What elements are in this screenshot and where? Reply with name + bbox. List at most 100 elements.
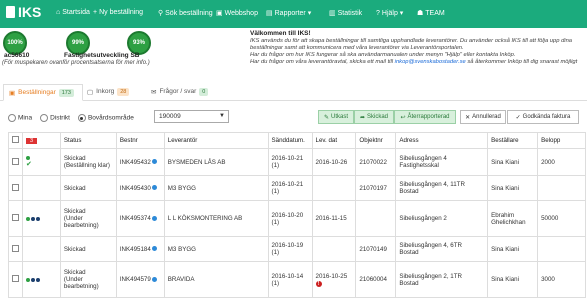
chevron-down-icon: ▼ — [219, 113, 225, 119]
status-cell: Skickad — [59, 175, 117, 201]
address-text: Sibeliusgången 2, 1TR — [399, 272, 462, 280]
nav-team[interactable]: ☗ TEAM — [417, 9, 445, 18]
table-row[interactable]: Skickad (Under bearbetning) INK495374 L L KÖ… — [8, 200, 586, 237]
progress-dot — [31, 216, 35, 221]
button-label: Utkast — [331, 114, 349, 120]
info-icon[interactable] — [151, 276, 157, 282]
progress-dot — [26, 156, 30, 160]
address-text: Bostad — [399, 188, 419, 195]
order-number-link[interactable]: INK495374 — [120, 215, 151, 222]
filter-godkanda-faktura-button[interactable]: ✓ Godkända faktura — [507, 110, 579, 124]
filter-skickad-button[interactable]: ➦ Skickad — [354, 110, 394, 124]
cancel-icon: ✕ — [465, 114, 471, 121]
status-text: bearbetning) — [63, 222, 99, 229]
nav-label: Hjälp ▾ — [381, 10, 404, 17]
tab-bestallningar[interactable]: ▣ Beställningar 173 — [3, 84, 83, 101]
send-date-text: 2016-10-21 — [271, 181, 304, 188]
nav-search[interactable]: ⚲ Sök beställning — [158, 9, 213, 18]
welcome-paragraph-2: Har du frågor om hur IKS fungerar så ska… — [250, 52, 516, 58]
table-row[interactable]: Skickad (Under bearbetning) INK494579 BRAVID… — [8, 261, 586, 298]
radio-bovardsomrade[interactable]: Bovårdsområde — [77, 114, 134, 122]
progress-dots — [26, 156, 57, 160]
row-checkbox[interactable] — [12, 275, 19, 282]
radio-distrikt[interactable]: Distrikt — [40, 114, 70, 122]
tab-fragor-svar[interactable]: ✉ Frågor / svar 0 — [146, 84, 213, 99]
status-text: Skickad — [63, 155, 86, 162]
info-icon[interactable] — [151, 246, 157, 252]
col-levdat[interactable]: Lev. dat — [311, 132, 357, 149]
radio-button-icon[interactable] — [8, 114, 16, 122]
tab-count-badge: 0 — [199, 87, 209, 96]
tab-count-badge: 173 — [58, 88, 74, 97]
order-number-link[interactable]: INK495430 — [120, 185, 151, 192]
table-row[interactable]: Skickad INK495430 M3 BYGG 2016-10-21 (1) 2107… — [8, 175, 586, 201]
row-progress-cell — [22, 175, 61, 201]
cart-icon: ▣ — [9, 89, 16, 97]
col-objektnr[interactable]: Objektnr — [355, 132, 397, 149]
orderer-name: Sina Kiani — [491, 158, 519, 166]
info-icon[interactable] — [151, 215, 157, 221]
tab-label: Beställningar — [18, 89, 56, 96]
bestallare-cell: Sina Kiani — [487, 175, 539, 201]
col-leverantor[interactable]: Leverantör — [163, 132, 269, 149]
send-date-text: 2016-10-20 — [271, 211, 304, 219]
objektnr-cell: 21060004 — [355, 261, 397, 298]
inkop-email-link[interactable]: inkop@svenskabostader.se — [395, 59, 466, 65]
nav-plus[interactable]: + Ny beställning — [93, 9, 143, 16]
row-checkbox[interactable] — [12, 214, 19, 221]
table-row[interactable]: ✔ Skickad (Beställning klar) INK495432 BYSME… — [8, 148, 586, 176]
scope-filter: Mina Distrikt Bovårdsområde — [8, 111, 134, 125]
sanddatum-cell: 2016-10-19 (1) — [267, 236, 313, 262]
col-adress[interactable]: Adress — [395, 132, 489, 149]
tab-inkorg[interactable]: ▢ Inkorg 28 — [82, 84, 134, 99]
col-status[interactable]: Status — [59, 132, 117, 149]
filter-aterrapporterad-button[interactable]: ↩ Återrapporterad — [394, 110, 456, 124]
stats-note: (För muspekaren ovanför procentsatserna … — [2, 60, 150, 66]
bestallare-cell: Sina Kiani — [487, 148, 539, 176]
nav-cart[interactable]: ▣ Webbshop — [216, 9, 258, 18]
row-progress-cell: ✔ — [22, 148, 61, 176]
area-select[interactable]: 190009 ▼ — [154, 110, 229, 123]
table-row[interactable]: Skickad INK495184 M3 BYGG 2016-10-19 (1) 2107… — [8, 236, 586, 262]
alert-icon[interactable]: ! — [315, 280, 322, 287]
leverantor-cell: L L KÖKSMONTERING AB — [163, 200, 269, 237]
nav-report[interactable]: ▤ Rapporter ▾ — [266, 9, 311, 17]
orderer-name: Ebrahim Ghelichkhan — [491, 211, 526, 226]
home-icon: ⌂ — [56, 9, 61, 16]
delivery-date: 2016-11-15 — [315, 215, 347, 222]
col-bestallare[interactable]: Beställare — [487, 132, 539, 149]
radio-button-icon[interactable] — [40, 114, 49, 122]
nav-stats[interactable]: ▥ Statistik — [329, 9, 362, 18]
order-number-link[interactable]: INK494579 — [120, 276, 151, 283]
nav-home[interactable]: ⌂ Startsida — [56, 9, 90, 16]
info-icon[interactable] — [151, 185, 157, 191]
filter-utkast-button[interactable]: ✎ Utkast — [318, 110, 354, 124]
row-checkbox[interactable] — [12, 183, 19, 191]
filter-annullerad-button[interactable]: ✕ Annullerad — [460, 110, 506, 124]
inbox-icon: ▢ — [87, 88, 94, 96]
app-logo-icon — [6, 6, 15, 18]
progress-dots — [26, 216, 57, 221]
row-checkbox[interactable] — [12, 244, 19, 252]
supplier-name: BRAVIDA — [167, 276, 195, 283]
row-checkbox[interactable] — [12, 157, 19, 165]
info-icon[interactable] — [151, 159, 157, 165]
objektnr-cell: 21070197 — [355, 175, 397, 201]
order-number-link[interactable]: INK495432 — [120, 159, 151, 166]
address-text: Sibeliusgången 4 — [399, 155, 447, 162]
sanddatum-cell: 2016-10-20 (1) — [267, 200, 313, 237]
status-text: bearbetning) — [63, 283, 99, 290]
col-sanddatum[interactable]: Sänddatum. — [267, 132, 313, 149]
bestnr-cell: INK495374 — [115, 200, 165, 237]
radio-button-icon[interactable] — [77, 114, 86, 122]
radio-mina[interactable]: Mina — [8, 114, 32, 122]
status-text: Skickad — [63, 208, 86, 215]
status-text: (Under — [63, 276, 83, 283]
select-all-checkbox[interactable] — [12, 136, 19, 143]
order-number-link[interactable]: INK495184 — [120, 246, 151, 253]
nav-help[interactable]: ? Hjälp ▾ — [376, 9, 404, 18]
app-brand[interactable]: IKS — [6, 4, 41, 20]
col-bestnr[interactable]: Bestnr — [115, 132, 165, 149]
col-belopp[interactable]: Belopp — [537, 132, 586, 149]
row-select-cell — [8, 175, 23, 201]
